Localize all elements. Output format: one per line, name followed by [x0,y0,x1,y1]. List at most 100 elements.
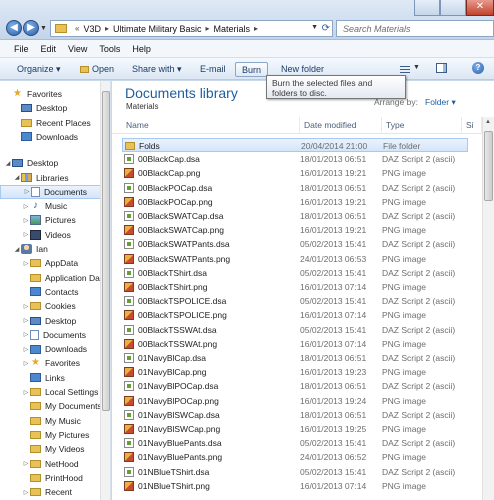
address-dropdown[interactable]: ▼ [311,24,318,31]
nav-item[interactable]: Downloads [0,130,103,144]
file-row[interactable]: 01NavyBlSWCap.dsa 18/01/2013 06:51 DAZ Scr… [122,408,468,422]
menu-edit[interactable]: Edit [41,44,57,54]
file-row[interactable]: 01NavyBlSWCap.png 16/01/2013 19:25 PNG ima… [122,422,468,436]
refresh-icon[interactable]: ⟳ [322,23,330,34]
file-row[interactable]: 00BlackCap.png 16/01/2013 19:21 PNG image [122,166,468,180]
tree-expander[interactable]: ▷ [22,460,30,467]
breadcrumb-separator[interactable]: ▸ [206,24,210,33]
menu-help[interactable]: Help [132,44,151,54]
share-with-button[interactable]: Share with ▾ [132,62,182,77]
nav-item[interactable]: ★ Favorites [0,87,103,101]
close-button[interactable]: ✕ [466,0,494,16]
recent-arrow[interactable]: « [75,24,79,33]
tree-expander[interactable]: ▷ [22,203,30,210]
breadcrumb-separator[interactable]: ▸ [105,24,109,33]
nav-item[interactable]: ◢ Desktop [0,156,103,170]
nav-item[interactable]: ▷ AppData [0,256,103,270]
forward-button[interactable]: ▶ [23,20,39,36]
views-dropdown[interactable]: ▼ [413,64,420,71]
file-row[interactable]: 00BlackSWATCap.png 16/01/2013 19:21 PNG im… [122,223,468,237]
file-row[interactable]: 01NavyBlPOCap.png 16/01/2013 19:24 PNG ima… [122,394,468,408]
nav-scroll-thumb[interactable] [102,91,110,411]
tree-expander[interactable]: ▷ [22,303,30,310]
file-row[interactable]: 01NavyBlCap.dsa 18/01/2013 06:51 DAZ Scrip… [122,351,468,365]
nav-item[interactable]: ▷ Videos [0,228,103,242]
tree-expander[interactable]: ▷ [22,331,30,338]
file-row[interactable]: 00BlackTShirt.png 16/01/2013 07:14 PNG ima… [122,280,468,294]
tree-expander[interactable]: ▷ [22,346,30,353]
preview-pane-icon[interactable] [436,63,447,73]
nav-item[interactable]: ▷ NetHood [0,457,103,471]
file-row[interactable]: 01NavyBlCap.png 16/01/2013 19:23 PNG image [122,365,468,379]
tree-expander[interactable]: ▷ [22,317,30,324]
nav-item[interactable]: Contacts [0,285,103,299]
nav-item[interactable]: ▷ Documents [0,184,103,199]
content-scrollbar[interactable]: ▲ [482,117,494,500]
tree-expander[interactable]: ▷ [22,360,30,367]
nav-item[interactable]: Recent Places [0,116,103,130]
tree-expander[interactable]: ▷ [22,217,30,224]
nav-item[interactable]: ▷ Documents [0,328,103,342]
menu-tools[interactable]: Tools [99,44,120,54]
nav-item[interactable]: My Music [0,414,103,428]
nav-item[interactable]: ▷ Desktop [0,314,103,328]
search-box[interactable]: Search Materials [336,20,494,37]
nav-item[interactable]: My Documents [0,399,103,413]
breadcrumb-ultimate-military-basic[interactable]: Ultimate Military Basic [113,24,202,34]
column-name[interactable]: Name [122,117,300,134]
nav-item[interactable]: ◢ Libraries [0,171,103,185]
file-row[interactable]: 00BlackTSSWAt.dsa 05/02/2013 15:41 DAZ Scr… [122,323,468,337]
open-button[interactable]: Open [80,62,114,77]
search-input[interactable]: Search Materials [343,24,411,34]
file-row[interactable]: 01NavyBluePants.png 24/01/2013 06:52 PNG i… [122,450,468,464]
email-button[interactable]: E-mail [200,62,226,77]
breadcrumb-separator[interactable]: ▸ [254,24,258,33]
tree-expander[interactable]: ▷ [22,231,30,238]
nav-item[interactable]: ▷ ★ Favorites [0,356,103,370]
nav-item[interactable]: My Videos [0,442,103,456]
nav-item[interactable]: Links [0,371,103,385]
file-row[interactable]: Folds 20/04/2014 21:00 File folder [122,138,468,153]
nav-item[interactable]: ▷ Recent [0,485,103,499]
file-row[interactable]: 00BlackPOCap.dsa 18/01/2013 06:51 DAZ Scri… [122,181,468,195]
column-date-modified[interactable]: Date modified [300,117,382,134]
breadcrumb-materials[interactable]: Materials [214,24,251,34]
file-row[interactable]: 01NavyBlPOCap.dsa 18/01/2013 06:51 DAZ Scr… [122,379,468,393]
scroll-up-arrow[interactable]: ▲ [485,119,491,125]
nav-item[interactable]: Desktop [0,101,103,115]
nav-item[interactable]: ▷ Local Settings [0,385,103,399]
file-row[interactable]: 00BlackTSSWAt.png 16/01/2013 07:14 PNG ima… [122,337,468,351]
nav-item[interactable]: My Pictures [0,428,103,442]
change-view-icon[interactable] [400,66,410,73]
tree-expander[interactable]: ▷ [22,260,30,267]
address-field[interactable]: « V3D ▸ Ultimate Military Basic ▸ Materi… [50,20,333,37]
column-size[interactable]: Si [462,117,482,134]
file-row[interactable]: 00BlackCap.dsa 18/01/2013 06:51 DAZ Script… [122,152,468,166]
file-row[interactable]: 00BlackTShirt.dsa 05/02/2013 15:41 DAZ Scr… [122,266,468,280]
arrange-by-dropdown[interactable]: Folder ▾ [425,97,456,108]
breadcrumb-v3d[interactable]: V3D [83,24,101,34]
minimize-button[interactable] [414,0,440,16]
nav-item[interactable]: ▷ Cookies [0,299,103,313]
nav-item[interactable]: ▷ Downloads [0,342,103,356]
menu-view[interactable]: View [68,44,87,54]
tree-expander[interactable]: ◢ [13,246,21,253]
nav-scrollbar[interactable] [100,81,110,500]
content-scroll-thumb[interactable] [484,131,493,201]
organize-button[interactable]: Organize ▾ [17,62,61,77]
tree-expander[interactable]: ▷ [22,489,30,496]
nav-item[interactable]: Application Da [0,271,103,285]
nav-item[interactable]: ▷ Pictures [0,213,103,227]
burn-button[interactable]: Burn [235,62,269,77]
column-type[interactable]: Type [382,117,462,134]
file-row[interactable]: 01NBlueTShirt.png 16/01/2013 07:14 PNG ima… [122,479,468,493]
menu-file[interactable]: File [14,44,29,54]
tree-expander[interactable]: ◢ [4,160,12,167]
back-button[interactable]: ◀ [6,20,22,36]
file-row[interactable]: 00BlackSWATPants.dsa 05/02/2013 15:41 DAZ … [122,237,468,251]
recent-pages-dropdown[interactable]: ▼ [40,25,47,32]
nav-item[interactable]: ▷ ♪ Music [0,199,103,213]
file-row[interactable]: 00BlackTSPOLICE.dsa 05/02/2013 15:41 DAZ S… [122,294,468,308]
tree-expander[interactable]: ▷ [23,188,31,195]
tree-expander[interactable]: ▷ [22,389,30,396]
